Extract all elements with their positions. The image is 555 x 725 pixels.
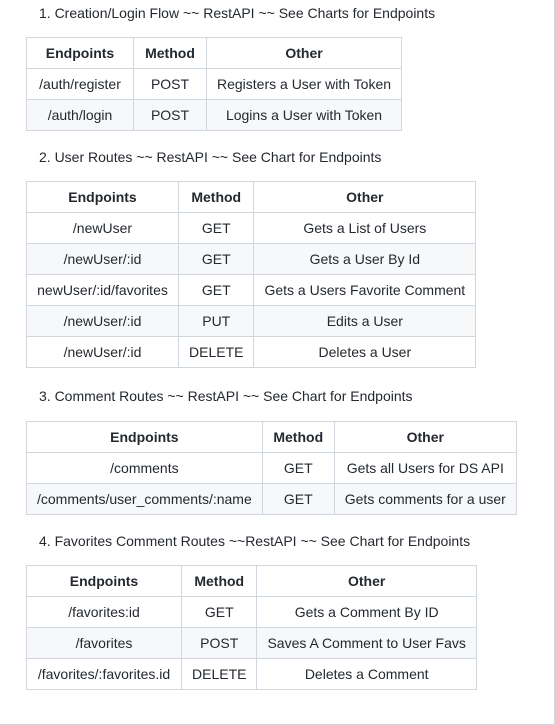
column-header-method: Method	[133, 37, 207, 69]
endpoint-cell: /favorites/:favorites.id	[26, 658, 182, 690]
table-user-routes: Endpoints Method Other /newUser GET Gets…	[26, 181, 477, 368]
table-header-row: Endpoints Method Other	[26, 181, 477, 213]
description-cell: Deletes a Comment	[256, 658, 477, 690]
description-cell: Registers a User with Token	[205, 68, 403, 100]
column-header-method: Method	[261, 421, 335, 453]
table-header-row: Endpoints Method Other	[26, 37, 403, 69]
column-header-method: Method	[180, 565, 258, 597]
table-row: /newUser/:id DELETE Deletes a User	[26, 336, 477, 368]
method-cell: POST	[180, 627, 258, 659]
method-cell: GET	[261, 452, 335, 484]
table-favorites-routes: Endpoints Method Other /favorites:id GET…	[26, 565, 477, 690]
method-cell: DELETE	[180, 658, 258, 690]
table-row: newUser/:id/favorites GET Gets a Users F…	[26, 274, 477, 306]
method-cell: GET	[177, 212, 255, 244]
description-cell: Gets a User By Id	[253, 243, 477, 275]
method-cell: POST	[133, 99, 207, 131]
table-header-row: Endpoints Method Other	[26, 421, 517, 453]
column-header-other: Other	[205, 37, 403, 69]
table-row: /newUser/:id GET Gets a User By Id	[26, 243, 477, 275]
endpoint-cell: /favorites:id	[26, 596, 182, 628]
table-row: /favorites:id GET Gets a Comment By ID	[26, 596, 477, 628]
endpoint-cell: /newUser/:id	[26, 336, 179, 368]
method-cell: GET	[177, 243, 255, 275]
method-cell: GET	[180, 596, 258, 628]
endpoint-cell: /comments	[26, 452, 263, 484]
method-cell: DELETE	[177, 336, 255, 368]
description-cell: Saves A Comment to User Favs	[256, 627, 477, 659]
endpoint-cell: /auth/login	[26, 99, 134, 131]
description-cell: Gets a List of Users	[253, 212, 477, 244]
table-header-row: Endpoints Method Other	[26, 565, 477, 597]
method-cell: POST	[133, 68, 207, 100]
column-header-endpoints: Endpoints	[26, 181, 179, 213]
table-row: /comments GET Gets all Users for DS API	[26, 452, 517, 484]
description-cell: Logins a User with Token	[205, 99, 403, 131]
table-row: /newUser/:id PUT Edits a User	[26, 305, 477, 337]
section-heading-favorites-routes: 4. Favorites Comment Routes ~~RestAPI ~~…	[39, 533, 471, 549]
description-cell: Gets all Users for DS API	[333, 452, 517, 484]
endpoint-cell: /comments/user_comments/:name	[26, 483, 263, 515]
column-header-other: Other	[253, 181, 477, 213]
description-cell: Gets a Comment By ID	[256, 596, 477, 628]
method-cell: PUT	[177, 305, 255, 337]
table-row: /auth/login POST Logins a User with Toke…	[26, 99, 403, 131]
endpoint-cell: /newUser	[26, 212, 179, 244]
column-header-endpoints: Endpoints	[26, 37, 134, 69]
table-row: /auth/register POST Registers a User wit…	[26, 68, 403, 100]
table-comment-routes: Endpoints Method Other /comments GET Get…	[26, 421, 517, 515]
description-cell: Edits a User	[253, 305, 477, 337]
markdown-document: 1. Creation/Login Flow ~~ RestAPI ~~ See…	[0, 0, 555, 725]
method-cell: GET	[177, 274, 255, 306]
description-cell: Gets comments for a user	[333, 483, 517, 515]
table-row: /favorites/:favorites.id DELETE Deletes …	[26, 658, 477, 690]
column-header-other: Other	[256, 565, 477, 597]
endpoint-cell: /newUser/:id	[26, 305, 179, 337]
column-header-other: Other	[333, 421, 517, 453]
description-cell: Gets a Users Favorite Comment	[253, 274, 477, 306]
table-row: /comments/user_comments/:name GET Gets c…	[26, 483, 517, 515]
description-cell: Deletes a User	[253, 336, 477, 368]
endpoint-cell: /favorites	[26, 627, 182, 659]
table-row: /newUser GET Gets a List of Users	[26, 212, 477, 244]
endpoint-cell: /auth/register	[26, 68, 134, 100]
table-creation-login: Endpoints Method Other /auth/register PO…	[26, 37, 403, 131]
column-header-endpoints: Endpoints	[26, 565, 182, 597]
section-heading-creation-login: 1. Creation/Login Flow ~~ RestAPI ~~ See…	[39, 5, 436, 21]
endpoint-cell: newUser/:id/favorites	[26, 274, 179, 306]
column-header-method: Method	[177, 181, 255, 213]
section-heading-user-routes: 2. User Routes ~~ RestAPI ~~ See Chart f…	[39, 149, 382, 165]
table-row: /favorites POST Saves A Comment to User …	[26, 627, 477, 659]
method-cell: GET	[261, 483, 335, 515]
endpoint-cell: /newUser/:id	[26, 243, 179, 275]
column-header-endpoints: Endpoints	[26, 421, 263, 453]
section-heading-comment-routes: 3. Comment Routes ~~ RestAPI ~~ See Char…	[39, 388, 413, 404]
